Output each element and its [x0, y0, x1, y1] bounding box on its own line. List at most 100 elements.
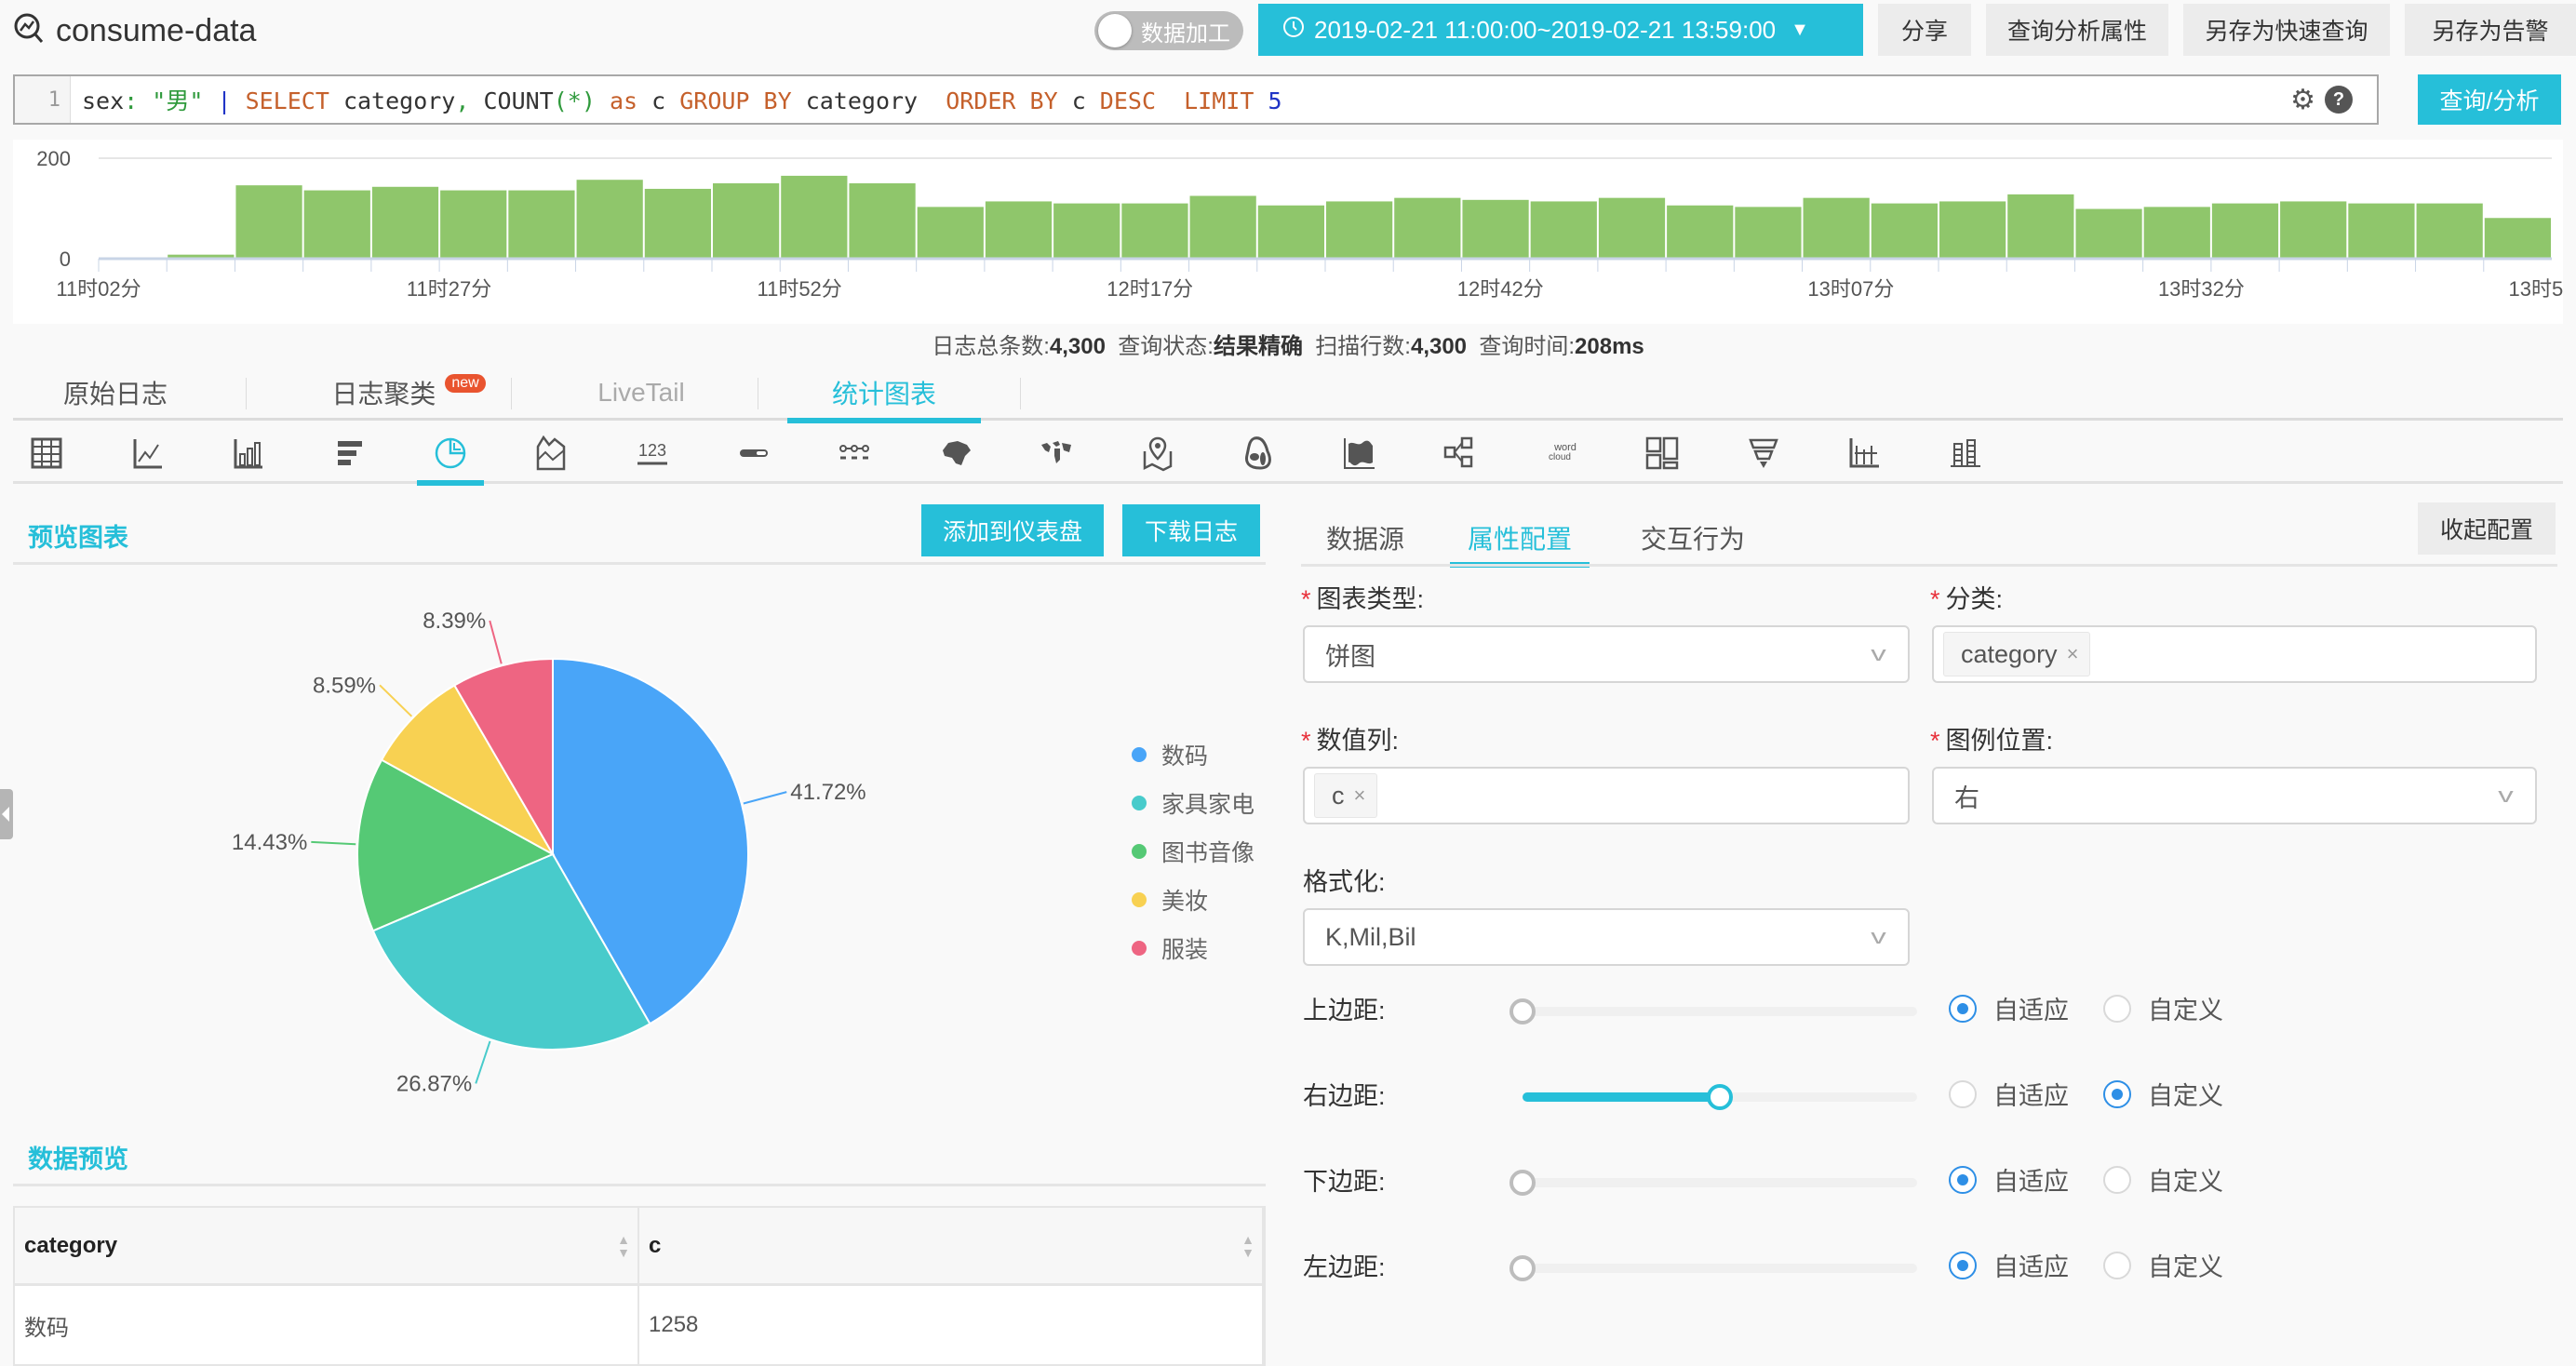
histogram-bar[interactable] — [917, 207, 984, 259]
histogram-bar[interactable] — [576, 180, 643, 259]
margin-radio-auto[interactable]: 自适应 — [1949, 990, 2069, 1026]
config-tab-datasource[interactable]: 数据源 — [1314, 510, 1416, 566]
histogram-bar[interactable] — [849, 183, 916, 259]
histogram-bar[interactable] — [2211, 203, 2279, 259]
close-icon[interactable]: × — [1354, 783, 1366, 808]
histogram-bar[interactable] — [2280, 201, 2347, 259]
legend-item[interactable]: 家具家电 — [1132, 779, 1254, 827]
histogram-bar[interactable] — [1667, 205, 1734, 259]
margin-slider[interactable] — [1509, 1255, 1917, 1281]
tab-livetail[interactable]: LiveTail — [553, 365, 730, 421]
save-quick-query-button[interactable]: 另存为快速查询 — [2183, 4, 2390, 56]
table-chart-icon[interactable] — [17, 428, 76, 478]
histogram-bar[interactable] — [1121, 203, 1188, 259]
legend-item[interactable]: 美妆 — [1132, 876, 1254, 924]
config-tab-interaction[interactable]: 交互行为 — [1623, 510, 1763, 566]
histogram-bar[interactable] — [303, 190, 370, 259]
single-value-icon[interactable]: 123 — [623, 428, 682, 478]
legend-position-select[interactable]: 右v — [1932, 767, 2537, 824]
histogram-bar[interactable] — [2075, 208, 2142, 259]
legend-item[interactable]: 服装 — [1132, 924, 1254, 972]
margin-radio-custom[interactable]: 自定义 — [2103, 990, 2223, 1026]
word-cloud-icon[interactable]: word cloud — [1532, 428, 1591, 478]
progress-bar-icon[interactable] — [724, 428, 784, 478]
histogram-bar[interactable] — [781, 175, 848, 259]
help-icon[interactable]: ? — [2325, 86, 2353, 114]
format-select[interactable]: K,Mil,Bil v — [1303, 908, 1910, 966]
tab-statistics-chart[interactable]: 统计图表 — [787, 365, 981, 423]
share-button[interactable]: 分享 — [1878, 4, 1971, 56]
margin-slider[interactable] — [1509, 998, 1917, 1024]
column-header-category[interactable]: category ▲ ▼ — [15, 1208, 639, 1286]
data-processing-toggle[interactable]: 数据加工 — [1094, 11, 1243, 50]
slider-handle[interactable] — [1509, 1255, 1536, 1281]
histogram-bar[interactable] — [1939, 201, 2006, 259]
histogram-bar[interactable] — [1462, 199, 1529, 259]
histogram-bar[interactable] — [1803, 197, 1870, 259]
collapse-sidebar-handle[interactable] — [0, 789, 13, 839]
category-multiselect[interactable]: category × — [1932, 625, 2537, 683]
histogram-bar[interactable] — [1598, 197, 1666, 259]
china-map-icon[interactable] — [926, 428, 986, 478]
margin-radio-auto[interactable]: 自适应 — [1949, 1161, 2069, 1198]
line-chart-icon[interactable] — [118, 428, 178, 478]
histogram-bar[interactable] — [508, 190, 575, 259]
heat-map-icon[interactable] — [1228, 428, 1288, 478]
horizontal-bar-chart-icon[interactable] — [320, 428, 380, 478]
gear-icon[interactable]: ⚙ — [2290, 84, 2315, 116]
sort-icon[interactable]: ▲ ▼ — [617, 1233, 630, 1259]
world-map-icon[interactable] — [1026, 428, 1086, 478]
area-chart-icon[interactable] — [522, 428, 582, 478]
tab-raw-logs[interactable]: 原始日志 — [13, 365, 218, 421]
funnel-icon[interactable] — [1734, 428, 1793, 478]
slider-handle[interactable] — [1509, 998, 1536, 1024]
time-range-picker[interactable]: 2019-02-21 11:00:00~2019-02-21 13:59:00 … — [1258, 4, 1863, 56]
sort-icon[interactable]: ▲ ▼ — [1241, 1233, 1254, 1259]
slider-handle[interactable] — [1707, 1084, 1733, 1110]
pie-chart-icon[interactable] — [417, 428, 484, 486]
search-analyze-button[interactable]: 查询/分析 — [2418, 74, 2561, 125]
close-icon[interactable]: × — [2067, 642, 2079, 666]
margin-radio-auto[interactable]: 自适应 — [1949, 1247, 2069, 1283]
legend-item[interactable]: 图书音像 — [1132, 827, 1254, 876]
histogram-bar[interactable] — [1189, 195, 1256, 260]
geo-map-icon[interactable] — [1128, 428, 1187, 478]
column-header-c[interactable]: c ▲ ▼ — [639, 1208, 1264, 1286]
histogram-bar[interactable] — [2007, 194, 2074, 259]
histogram-bar[interactable] — [2484, 218, 2551, 259]
sankey-icon[interactable] — [1430, 428, 1490, 478]
slider-handle[interactable] — [1509, 1170, 1536, 1196]
histogram-bar[interactable] — [1053, 203, 1120, 259]
histogram-bar[interactable] — [1871, 203, 1938, 259]
query-editor[interactable]: 1 sex: "男" | SELECT category, COUNT(*) a… — [13, 74, 2379, 125]
treemap-icon[interactable] — [1632, 428, 1692, 478]
histogram-bar[interactable] — [1530, 201, 1597, 259]
histogram-bar[interactable] — [1326, 201, 1393, 259]
save-alert-button[interactable]: 另存为告警 — [2405, 4, 2576, 56]
margin-slider[interactable] — [1523, 1084, 1917, 1110]
stacked-bar-icon[interactable] — [1936, 428, 1995, 478]
histogram-bar[interactable] — [644, 188, 711, 259]
histogram-bar[interactable] — [440, 190, 507, 259]
histogram-bar[interactable] — [2348, 203, 2415, 259]
histogram-bar[interactable] — [1735, 207, 1802, 259]
histogram-bar[interactable] — [1257, 205, 1324, 259]
histogram-bar[interactable] — [713, 183, 780, 259]
histogram-bar[interactable] — [2416, 203, 2483, 259]
chart-type-select[interactable]: 饼图 v — [1303, 625, 1910, 683]
legend-item[interactable]: 数码 — [1132, 730, 1254, 779]
histogram-bar[interactable] — [2143, 207, 2210, 259]
histogram-bar[interactable] — [1394, 197, 1461, 259]
config-tab-properties[interactable]: 属性配置 — [1450, 510, 1590, 568]
query-properties-button[interactable]: 查询分析属性 — [1986, 4, 2168, 56]
value-column-multiselect[interactable]: c × — [1303, 767, 1910, 824]
margin-radio-custom[interactable]: 自定义 — [2103, 1076, 2223, 1112]
margin-radio-auto[interactable]: 自适应 — [1949, 1076, 2069, 1112]
histogram-bar[interactable] — [235, 185, 302, 259]
histogram-bar[interactable] — [985, 201, 1053, 259]
margin-radio-custom[interactable]: 自定义 — [2103, 1161, 2223, 1198]
add-to-dashboard-button[interactable]: 添加到仪表盘 — [921, 504, 1104, 556]
download-log-button[interactable]: 下载日志 — [1122, 504, 1260, 556]
histogram-bar[interactable] — [371, 186, 439, 259]
flow-chart-icon[interactable] — [825, 428, 884, 478]
